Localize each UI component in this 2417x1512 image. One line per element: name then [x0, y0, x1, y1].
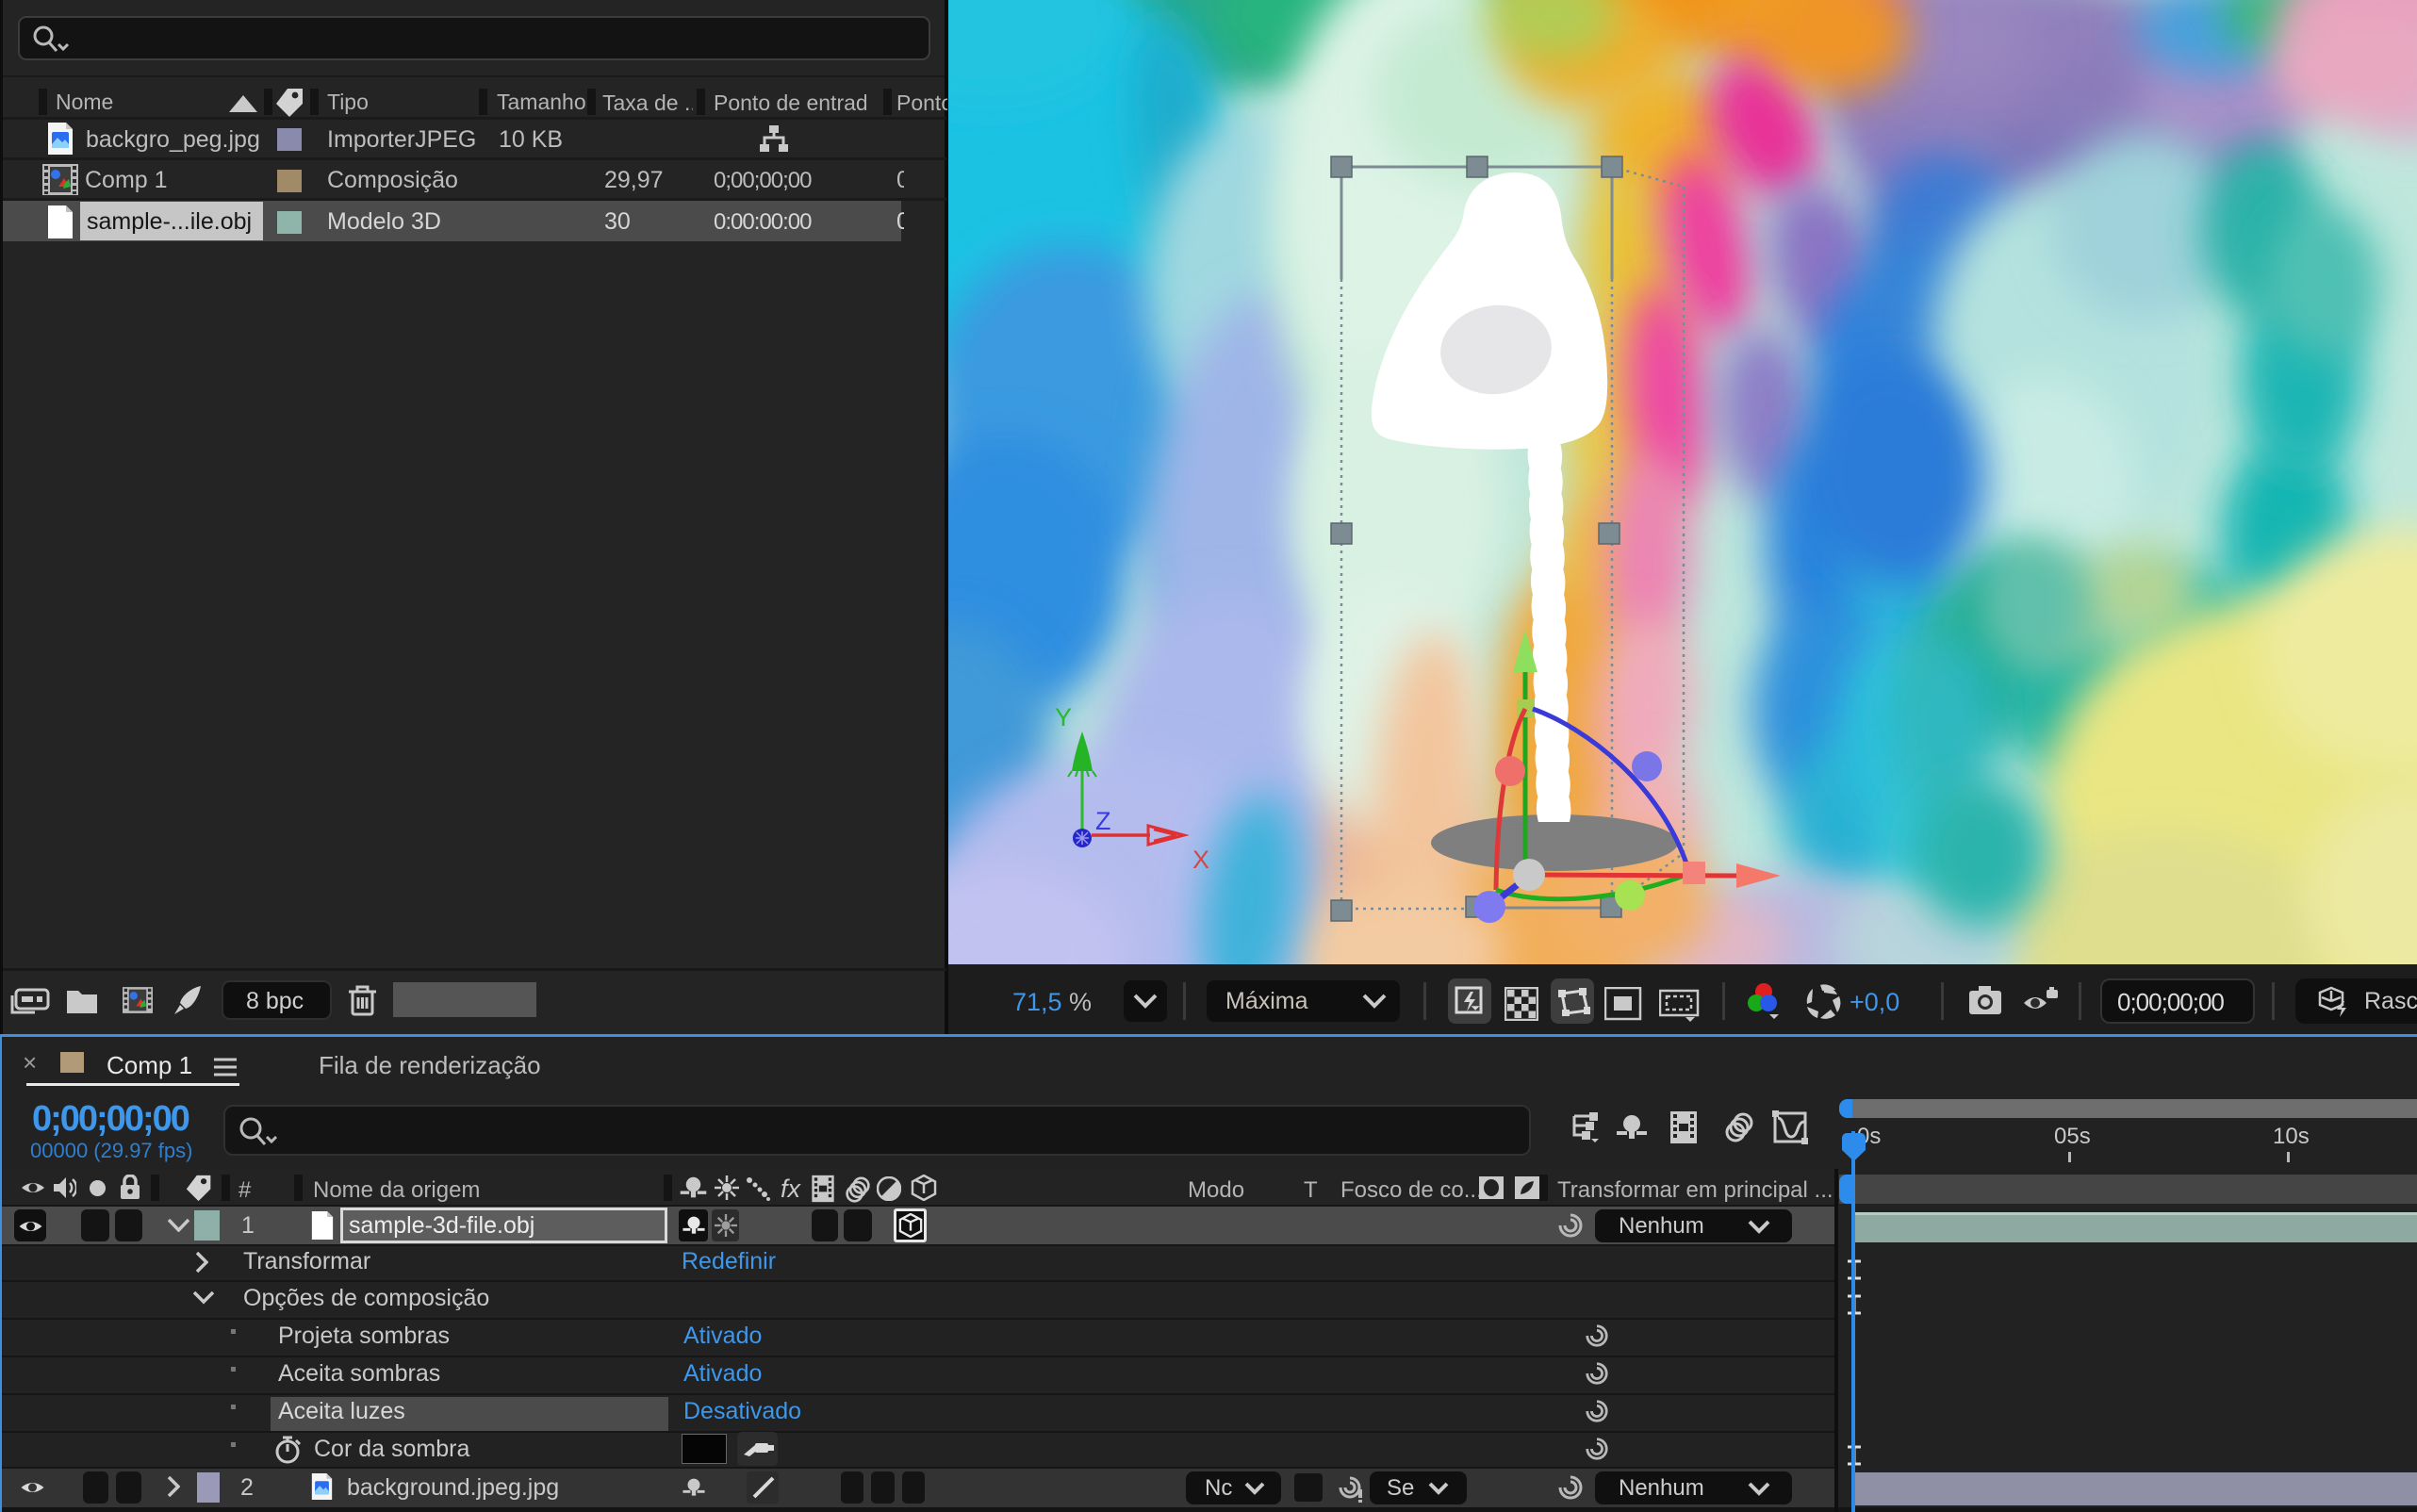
svg-text:Z: Z [1095, 807, 1111, 835]
svg-text:X: X [1192, 846, 1209, 874]
svg-text:Y: Y [1055, 703, 1072, 731]
